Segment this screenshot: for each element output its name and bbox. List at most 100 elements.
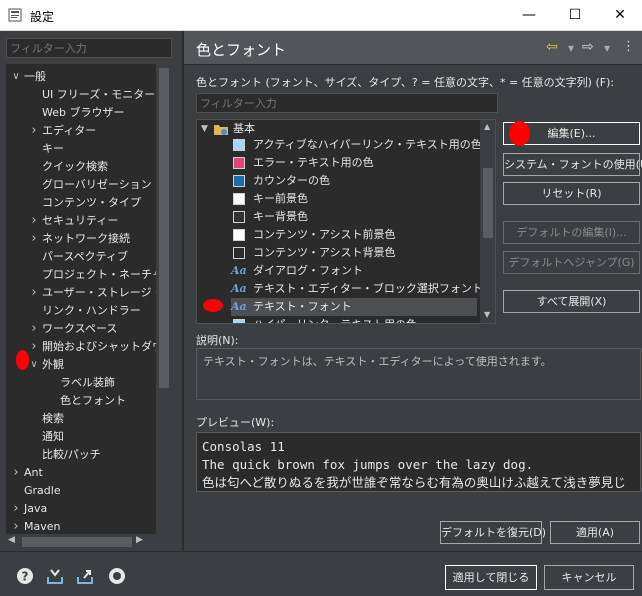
- tree-horizontal-scrollbar[interactable]: ◀ ▶: [6, 534, 172, 550]
- apply-button[interactable]: 適用(A): [550, 521, 640, 544]
- scroll-left-icon[interactable]: ◀: [8, 535, 15, 545]
- chevron-right-icon[interactable]: ›: [28, 230, 40, 248]
- description-label: 説明(N):: [196, 334, 239, 347]
- back-arrow-icon[interactable]: ⇦: [546, 39, 558, 55]
- help-icon[interactable]: ?: [16, 567, 34, 585]
- scroll-up-icon[interactable]: ▲: [484, 122, 490, 131]
- color-font-item[interactable]: キー背景色: [231, 208, 477, 226]
- window-title: 設定: [30, 10, 55, 24]
- chevron-down-icon[interactable]: ▼: [568, 44, 574, 53]
- color-font-item-label: キー背景色: [253, 210, 308, 223]
- color-font-item-label: カウンターの色: [253, 174, 330, 187]
- preview-label: プレビュー(W):: [196, 416, 275, 429]
- color-font-item[interactable]: コンテンツ・アシスト前景色: [231, 226, 477, 244]
- tree-item-label: ユーザー・ストレージ・サービス: [42, 286, 156, 299]
- font-icon: Aa: [231, 282, 247, 295]
- tree-item-label: エディター: [42, 124, 97, 137]
- tree-item-label: 一般: [24, 70, 46, 83]
- annotation-marker: [203, 299, 223, 312]
- color-font-item[interactable]: Aa ダイアログ・フォント: [231, 262, 477, 280]
- expand-all-button[interactable]: すべて展開(X): [503, 290, 640, 313]
- scroll-down-icon[interactable]: ▼: [484, 310, 490, 319]
- close-button[interactable]: ✕: [597, 0, 642, 31]
- minimize-button[interactable]: —: [506, 0, 552, 31]
- chevron-right-icon[interactable]: ›: [28, 122, 40, 140]
- apply-and-close-button[interactable]: 適用して閉じる: [445, 565, 537, 590]
- font-preview: Consolas 11 The quick brown fox jumps ov…: [196, 432, 641, 492]
- restore-defaults-button[interactable]: デフォルトを復元(D): [440, 521, 546, 544]
- reset-button[interactable]: リセット(R): [503, 182, 640, 205]
- color-font-item[interactable]: エラー・テキスト用の色: [231, 154, 477, 172]
- tree-item-label: 色とフォント: [60, 394, 126, 407]
- use-system-font-button[interactable]: システム・フォントの使用(U): [503, 153, 642, 176]
- color-swatch-icon: [233, 157, 245, 169]
- color-swatch-icon: [233, 247, 245, 259]
- color-font-item-label: テキスト・フォント: [253, 300, 352, 313]
- color-font-item[interactable]: コンテンツ・アシスト背景色: [231, 244, 477, 262]
- color-font-item[interactable]: Aa テキスト・エディター・ブロック選択フォント: [231, 280, 483, 298]
- tree-item-label: 通知: [42, 430, 64, 443]
- go-to-default-button[interactable]: デフォルトへジャンプ(G): [503, 251, 640, 274]
- chevron-down-icon[interactable]: ▼: [201, 120, 208, 138]
- import-icon[interactable]: [46, 567, 64, 585]
- color-font-item-label: テキスト・エディター・ブロック選択フォント: [253, 282, 483, 295]
- preference-navigation-pane: ∨一般UI フリーズ・モニターWeb ブラウザー›エディターキークイック検索グロ…: [0, 31, 182, 551]
- scroll-right-icon[interactable]: ▶: [136, 535, 143, 545]
- edit-default-button[interactable]: デフォルトの編集(I)...: [503, 221, 640, 244]
- color-filter-input[interactable]: [196, 93, 498, 113]
- chevron-right-icon[interactable]: ›: [10, 464, 22, 482]
- color-swatch-icon: [233, 175, 245, 187]
- maximize-button[interactable]: ☐: [552, 0, 598, 31]
- chevron-right-icon[interactable]: ›: [28, 338, 40, 356]
- chevron-right-icon[interactable]: ›: [28, 212, 40, 230]
- color-font-item[interactable]: Aa テキスト・フォント: [231, 298, 477, 316]
- tree-item-label: ネットワーク接続: [42, 232, 130, 245]
- chevron-right-icon[interactable]: ›: [10, 500, 22, 518]
- font-icon: Aa: [231, 264, 247, 277]
- color-font-item-label: コンテンツ・アシスト前景色: [253, 228, 396, 241]
- chevron-down-icon[interactable]: ∨: [10, 68, 22, 86]
- tree-item-label: 外観: [42, 358, 64, 371]
- svg-text:?: ?: [22, 570, 29, 584]
- color-font-item[interactable]: アクティブなハイパーリンク・テキスト用の色: [231, 136, 482, 154]
- tree-item-label: 開始およびシャットダウン: [42, 340, 156, 353]
- description-text: テキスト・フォントは、テキスト・エディターによって使用されます。: [196, 348, 641, 400]
- color-font-item-label: ハイパーリンク・テキスト用の色: [253, 316, 417, 323]
- tree-item-label: コンテンツ・タイプ: [42, 196, 141, 209]
- annotation-marker: [509, 121, 530, 146]
- view-menu-icon[interactable]: ⋮: [622, 39, 635, 54]
- scrollbar-thumb[interactable]: [483, 168, 493, 238]
- chevron-down-icon[interactable]: ▼: [604, 44, 610, 53]
- color-font-item-label: キー前景色: [253, 192, 308, 205]
- tree-item-label: Web ブラウザー: [42, 106, 125, 119]
- tree-item-label: UI フリーズ・モニター: [42, 88, 156, 101]
- color-font-description: 色とフォント (フォント、サイズ、タイプ、? = 任意の文字、* = 任意の文字…: [196, 76, 615, 89]
- export-icon[interactable]: [76, 567, 94, 585]
- tree-item-label: キー: [42, 142, 64, 155]
- scrollbar-thumb[interactable]: [22, 537, 132, 547]
- chevron-right-icon[interactable]: ›: [10, 518, 22, 534]
- record-icon[interactable]: [108, 567, 126, 585]
- cancel-button[interactable]: キャンセル: [544, 565, 634, 590]
- tree-item-label: Ant: [24, 466, 43, 479]
- tree-vertical-scrollbar[interactable]: [156, 64, 172, 534]
- chevron-right-icon[interactable]: ›: [28, 284, 40, 302]
- color-font-item[interactable]: カウンターの色: [231, 172, 477, 190]
- color-swatch-icon: [233, 193, 245, 205]
- tree-item-label: クイック検索: [42, 160, 108, 173]
- chevron-down-icon[interactable]: ∨: [28, 356, 40, 374]
- tree-item-label: リンク・ハンドラー: [42, 304, 141, 317]
- color-swatch-icon: [233, 211, 245, 223]
- preference-filter-input[interactable]: [6, 38, 172, 58]
- colors-fonts-page: 色とフォント ⇦ ▼ ⇨ ▼ ⋮ 色とフォント (フォント、サイズ、タイプ、? …: [184, 31, 642, 551]
- tree-item-label: ラベル装飾: [60, 376, 115, 389]
- scrollbar-thumb[interactable]: [159, 68, 169, 388]
- tree-item-label: グローバリゼーション: [42, 178, 152, 191]
- chevron-right-icon[interactable]: ›: [28, 320, 40, 338]
- color-font-item[interactable]: キー前景色: [231, 190, 477, 208]
- page-header: 色とフォント ⇦ ▼ ⇨ ▼ ⋮: [184, 31, 642, 65]
- color-list-scrollbar[interactable]: ▲ ▼: [480, 120, 495, 323]
- color-font-item[interactable]: ハイパーリンク・テキスト用の色: [231, 316, 477, 323]
- settings-app-icon: [8, 8, 22, 22]
- forward-arrow-icon[interactable]: ⇨: [582, 39, 594, 55]
